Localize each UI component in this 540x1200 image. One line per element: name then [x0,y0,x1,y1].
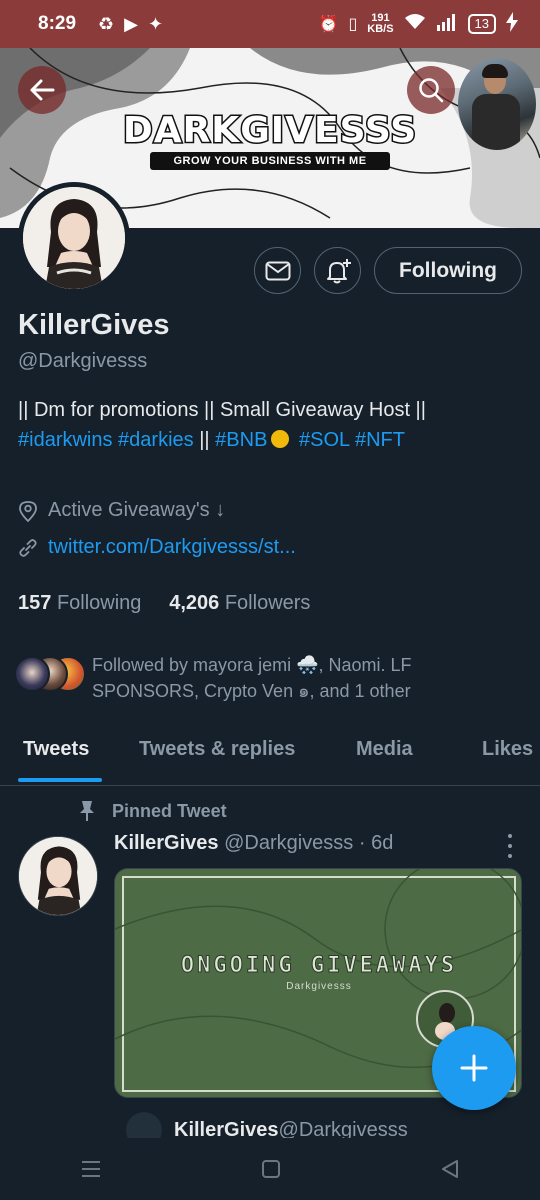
profile-location: Active Giveaway's ↓ [18,499,225,522]
hashtag-link[interactable]: #BNB [215,429,267,451]
banner-subtitle: GROW YOUR BUSINESS WITH ME [150,152,390,170]
avatar-portrait [23,187,125,289]
follow-counts: 157 Following 4,206 Followers [18,592,310,615]
hashtag-link[interactable]: #idarkwins [18,429,112,451]
charging-icon [506,11,518,37]
search-button[interactable] [407,66,455,114]
youtube-icon: ▶ [124,13,139,34]
tab-tweets-replies[interactable]: Tweets & replies [139,738,295,761]
link-icon [19,538,37,557]
tweet-more-icon[interactable] [500,834,520,858]
recycle-icon: ♻ [98,13,115,34]
plus-icon [460,1054,488,1082]
pin-icon [80,801,94,821]
avatar [14,656,50,692]
followers-label: Followers [224,592,311,614]
website-link[interactable]: twitter.com/Darkgivesss/st... [48,536,296,559]
media-subtitle: Darkgivesss [286,981,352,992]
following-count-link[interactable]: 157 Following [18,592,141,614]
tab-likes[interactable]: Likes [482,738,533,761]
following-label: Following [56,592,142,614]
following-button[interactable]: Following [374,247,522,294]
followers-count: 4,206 [169,592,220,614]
alarm-icon: ⏰ [318,16,339,33]
bell-plus-icon [326,258,351,283]
location-text: Active Giveaway's ↓ [48,499,226,521]
menu-icon[interactable] [80,1159,102,1179]
battery-indicator: 13 [467,14,496,34]
pinned-tweet-label: Pinned Tweet [78,800,227,822]
media-title: ONGOING GIVEAWAYS [180,953,458,979]
followed-by-line-2: SPONSORS, Crypto Ven ๑, and 1 other [92,681,411,701]
back-triangle-icon[interactable] [440,1159,460,1179]
followed-by-line-1: Followed by mayora jemi 🌨️, Naomi. LF [92,655,412,675]
search-icon [419,78,444,103]
profile-avatar[interactable] [18,182,130,294]
hashtag-link[interactable]: #SOL [299,429,349,451]
status-bar: 8:29 ♻ ▶ ✦ ⏰ ▯ 191 KB/S 13 [0,0,540,48]
net-speed: 191 KB/S [367,13,393,35]
followed-by-text: Followed by mayora jemi 🌨️, Naomi. LF SP… [92,652,412,704]
followed-by-row[interactable]: Followed by mayora jemi 🌨️, Naomi. LF SP… [14,652,534,704]
message-button[interactable] [254,247,301,294]
twitter-icon: ✦ [148,13,164,34]
bio-line-2: #idarkwins #darkies || #BNB #SOL #NFT [18,425,528,455]
followed-by-avatars [14,652,88,692]
tab-media[interactable]: Media [356,738,413,761]
signal-icon [436,13,458,36]
tweet-author-name[interactable]: KillerGives [114,832,219,854]
following-count: 157 [18,592,52,614]
hashtag-link[interactable]: #darkies [118,429,194,451]
pinned-text: Pinned Tweet [112,800,227,821]
status-time: 8:29 [38,13,77,34]
profile-name: KillerGives [18,309,170,341]
active-tab-indicator [18,778,102,782]
tab-tweets[interactable]: Tweets [23,738,89,761]
bnb-coin-icon [271,430,290,448]
bio-separator: || [199,429,210,451]
net-speed-unit: KB/S [367,23,394,35]
profile-website[interactable]: twitter.com/Darkgivesss/st... [18,536,296,559]
back-button[interactable] [18,66,66,114]
profile-bio: || Dm for promotions || Small Giveaway H… [18,395,528,455]
avatar-portrait [19,837,97,915]
vibrate-icon: ▯ [348,16,358,33]
wifi-icon [404,13,426,36]
followers-count-link[interactable]: 4,206 Followers [169,592,310,614]
location-pin-icon [19,500,37,522]
account-switcher-avatar[interactable] [458,58,536,150]
arrow-left-icon [30,79,55,101]
notifications-button[interactable] [314,247,361,294]
compose-tweet-button[interactable] [432,1026,516,1110]
bio-line-1: || Dm for promotions || Small Giveaway H… [18,399,426,421]
profile-tabs: Tweets Tweets & replies Media Likes [0,720,540,786]
system-nav-bar [0,1138,540,1200]
hashtag-link[interactable]: #NFT [355,429,405,451]
home-icon[interactable] [261,1159,281,1179]
tweet-author-meta: @Darkgivesss · 6d [224,832,394,854]
mail-icon [265,261,290,280]
profile-handle: @Darkgivesss [18,350,148,372]
tweet-author-avatar[interactable] [18,836,98,916]
tweet-header: KillerGives @Darkgivesss · 6d [114,832,393,855]
